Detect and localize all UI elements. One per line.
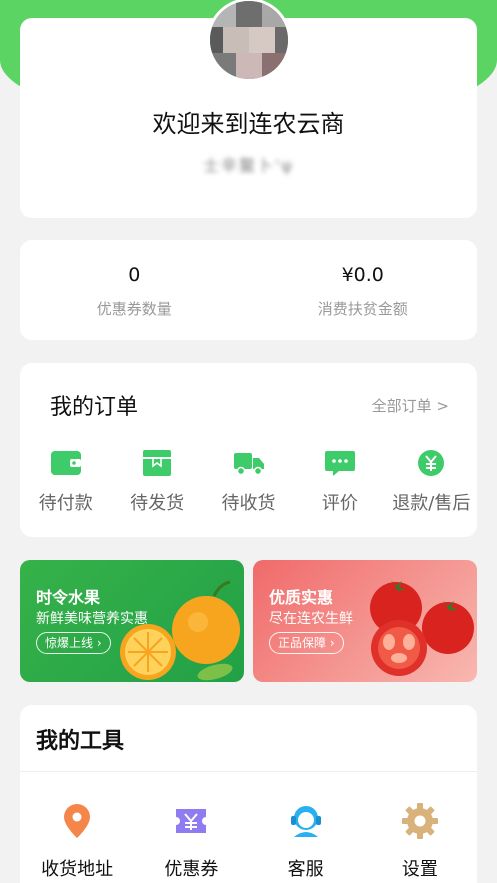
tools-title: 我的工具 — [36, 729, 125, 754]
stats-card: 0 优惠券数量 ¥0.0 消费扶贫金额 — [20, 240, 477, 340]
quality-produce-banner[interactable]: 优质实惠 尽在连农生鲜 正品保障 › — [253, 560, 477, 682]
coupon-count-label: 优惠券数量 — [96, 300, 172, 318]
location-pin-icon — [64, 804, 91, 838]
order-pending-receipt-label: 待收货 — [221, 493, 276, 514]
order-pending-shipment[interactable]: 待发货 — [111, 449, 202, 515]
tool-customer-service-label: 客服 — [287, 859, 324, 880]
seasonal-fruit-button[interactable]: 惊爆上线 › — [36, 632, 111, 654]
all-orders-link[interactable]: 全部订单 > — [372, 395, 449, 416]
yuan-coin-icon — [418, 450, 445, 476]
tool-coupons-label: 优惠券 — [164, 859, 219, 880]
tool-settings[interactable]: 设置 — [363, 801, 477, 881]
quality-produce-subtitle: 尽在连农生鲜 — [269, 611, 353, 627]
order-review-label: 评价 — [321, 493, 358, 514]
orders-card: 我的订单 全部订单 > 待付款 待发货 待收货 评价 退款/售后 — [20, 363, 477, 537]
poverty-relief-amount-stat[interactable]: ¥0.0 消费扶贫金额 — [249, 240, 478, 340]
order-pending-payment-label: 待付款 — [38, 493, 93, 514]
coupon-icon — [176, 809, 207, 833]
tool-coupons[interactable]: 优惠券 — [134, 801, 248, 881]
tool-customer-service[interactable]: 客服 — [249, 801, 363, 881]
poverty-relief-amount-label: 消费扶贫金额 — [317, 300, 408, 318]
avatar[interactable] — [207, 0, 291, 82]
wallet-icon — [50, 451, 81, 475]
tools-card: 我的工具 收货地址 优惠券 客服 设置 — [20, 705, 477, 883]
customer-service-icon — [290, 806, 321, 837]
order-refund-aftersale-label: 退款/售后 — [392, 493, 471, 514]
truck-icon — [233, 453, 264, 476]
order-pending-payment[interactable]: 待付款 — [20, 449, 111, 515]
welcome-title: 欢迎来到连农云商 — [152, 110, 345, 138]
package-icon — [143, 450, 172, 476]
tool-shipping-address[interactable]: 收货地址 — [20, 801, 134, 881]
order-pending-shipment-label: 待发货 — [130, 493, 185, 514]
coupon-count-value: 0 — [128, 264, 141, 286]
orders-title: 我的订单 — [50, 395, 139, 420]
coupon-count-stat[interactable]: 0 优惠券数量 — [20, 240, 249, 340]
quality-produce-button[interactable]: 正品保障 › — [269, 632, 344, 654]
gear-icon — [401, 803, 438, 839]
order-review[interactable]: 评价 — [294, 449, 385, 515]
seasonal-fruit-title: 时令水果 — [36, 588, 101, 607]
tool-settings-label: 设置 — [401, 859, 438, 880]
seasonal-fruit-subtitle: 新鲜美味营养实惠 — [36, 611, 148, 627]
chat-icon — [324, 451, 355, 476]
order-refund-aftersale[interactable]: 退款/售后 — [386, 449, 477, 515]
order-pending-receipt[interactable]: 待收货 — [203, 449, 294, 515]
poverty-relief-amount-value: ¥0.0 — [341, 264, 384, 286]
tool-shipping-address-label: 收货地址 — [41, 859, 114, 880]
seasonal-fruit-banner[interactable]: 时令水果 新鲜美味营养实惠 惊爆上线 › — [20, 560, 244, 682]
username: 士辛鳌卜'ψ — [203, 156, 294, 175]
tools-divider — [20, 771, 477, 772]
quality-produce-title: 优质实惠 — [269, 588, 334, 607]
